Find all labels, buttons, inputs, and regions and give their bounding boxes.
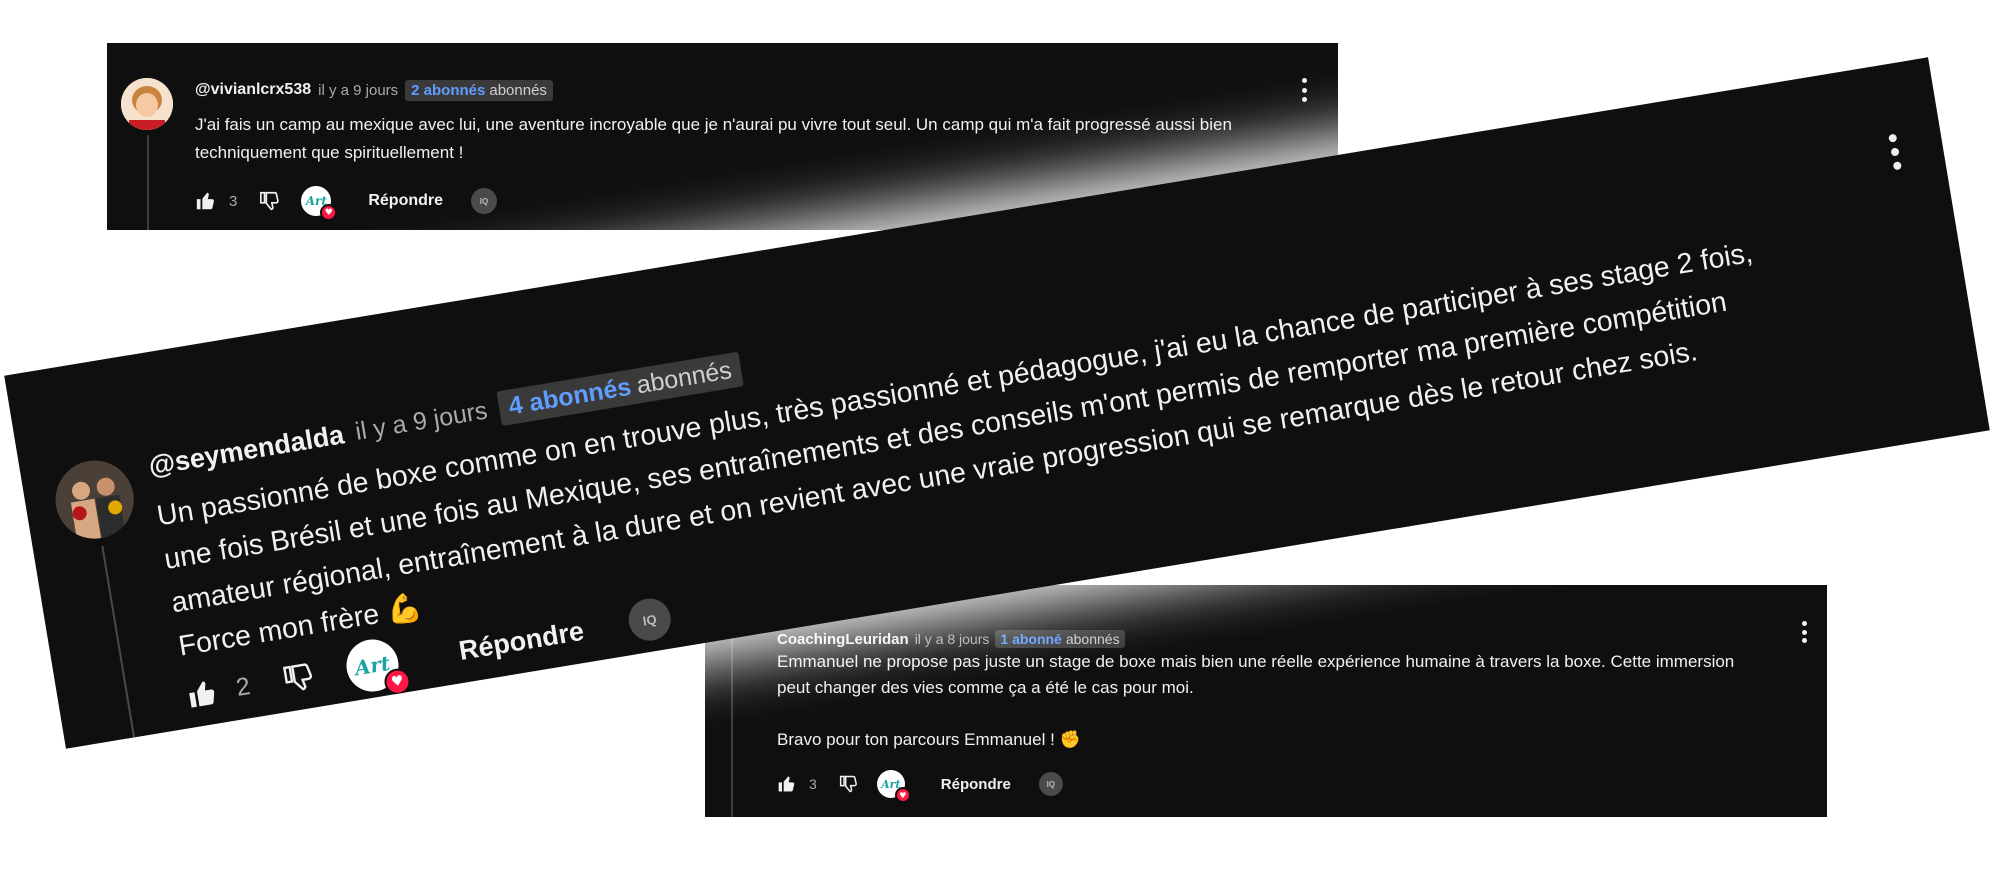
comment-text-line: peut changer des vies comme ça a été le …: [777, 678, 1194, 697]
timestamp[interactable]: il y a 9 jours: [353, 396, 489, 446]
subscriber-count: 2 abonnés: [411, 81, 486, 99]
filter-badge-label: IQ: [479, 196, 489, 206]
like-count: 3: [229, 192, 238, 210]
thumbs-up-icon[interactable]: [184, 675, 221, 712]
comment-header: @vivianlcrx538 il y a 9 jours 2 abonnés …: [195, 79, 553, 101]
comment-card-coachingleuridan: CoachingLeuridan il y a 8 jours 1 abonné…: [705, 585, 1827, 817]
more-vert-icon[interactable]: [1800, 621, 1808, 643]
reply-thread-line: [147, 135, 149, 230]
like-count: 2: [233, 671, 253, 702]
reply-thread-line: [731, 615, 733, 817]
filter-badge-label: IQ: [641, 611, 658, 629]
filter-badge-icon[interactable]: IQ: [1038, 772, 1063, 796]
comment-text-line: [777, 701, 1817, 727]
comment-text: J'ai fais un camp au mexique avec lui, u…: [195, 115, 1232, 162]
comment-actions: 3 Art ♥ Répondre IQ: [777, 766, 1063, 803]
comment-actions: 3 Art ♥ Répondre IQ: [195, 181, 498, 221]
subscriber-badge: 2 abonnés abonnés: [405, 79, 553, 101]
subscriber-suffix: abonnés: [634, 355, 734, 399]
comment-header: CoachingLeuridan il y a 8 jours 1 abonné…: [777, 629, 1125, 649]
timestamp[interactable]: il y a 8 jours: [915, 631, 990, 647]
filter-badge-icon[interactable]: IQ: [625, 595, 674, 644]
thumbs-up-icon[interactable]: [195, 190, 217, 212]
comment-text-line: Emmanuel ne propose pas juste un stage d…: [777, 652, 1735, 671]
heart-icon: ♥: [320, 204, 338, 221]
reply-button[interactable]: Répondre: [457, 615, 586, 666]
reply-thread-line: [101, 545, 137, 744]
author-name[interactable]: CoachingLeuridan: [777, 631, 909, 648]
subscriber-count: 4 abonnés: [506, 372, 634, 421]
filter-badge-icon[interactable]: IQ: [471, 188, 498, 214]
comment-text-line: Bravo pour ton parcours Emmanuel ! ✊: [777, 730, 1081, 749]
reply-button[interactable]: Répondre: [368, 192, 443, 210]
avatar[interactable]: [49, 454, 140, 545]
author-name[interactable]: @vivianlcrx538: [195, 81, 311, 99]
reply-button[interactable]: Répondre: [941, 776, 1011, 793]
thumbs-up-icon[interactable]: [777, 774, 797, 794]
filter-badge-label: IQ: [1046, 779, 1056, 789]
creator-heart-badge: Art ♥: [301, 186, 338, 221]
subscriber-suffix: abonnés: [1065, 631, 1120, 647]
subscriber-suffix: abonnés: [489, 81, 547, 99]
more-vert-icon[interactable]: [1886, 133, 1904, 171]
heart-icon: ♥: [894, 787, 911, 803]
thumbs-down-icon[interactable]: [259, 190, 281, 212]
thumbs-down-icon[interactable]: [281, 659, 318, 696]
timestamp[interactable]: il y a 9 jours: [318, 82, 398, 99]
subscriber-badge: 1 abonné abonnés: [995, 630, 1125, 648]
like-count: 3: [809, 776, 817, 792]
more-vert-icon[interactable]: [1300, 78, 1308, 102]
avatar[interactable]: [121, 78, 173, 130]
thumbs-down-icon[interactable]: [839, 774, 859, 794]
comment-text: Emmanuel ne propose pas juste un stage d…: [777, 649, 1817, 753]
creator-heart-badge: Art ♥: [876, 770, 911, 803]
subscriber-count: 1 abonné: [1000, 631, 1062, 647]
creator-heart-badge: Art ♥: [342, 635, 413, 697]
